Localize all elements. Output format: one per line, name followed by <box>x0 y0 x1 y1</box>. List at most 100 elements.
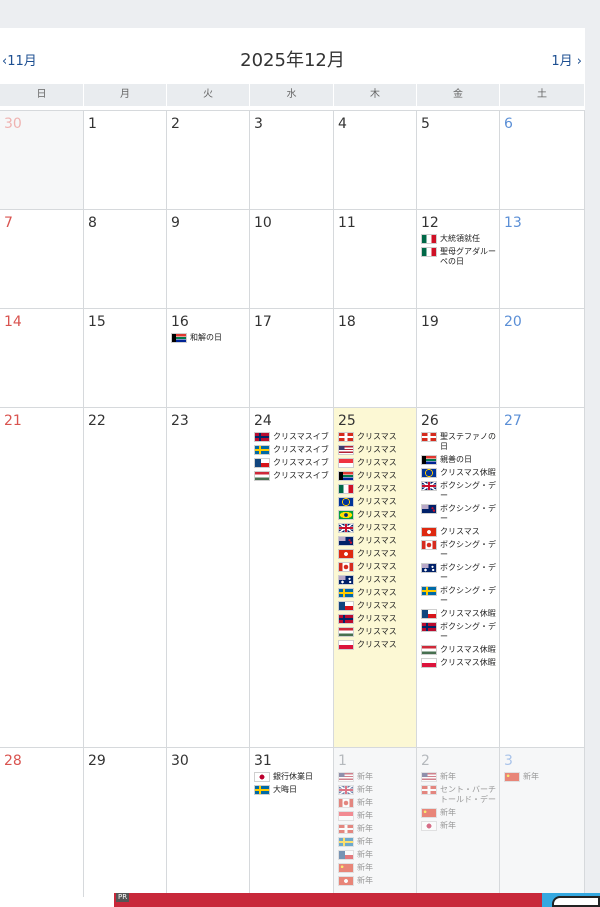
holiday-event[interactable]: クリスマス休暇 <box>421 609 499 619</box>
day-cell[interactable]: 31 銀行休業日 大晦日 <box>250 748 334 897</box>
holiday-event[interactable]: 聖母グアダルーペの日 <box>421 247 499 267</box>
day-cell[interactable]: 26 聖ステファノの日 親善の日 クリスマス休暇 ボクシング・デー ボクシング・デー クリス… <box>417 408 500 747</box>
day-number[interactable]: 9 <box>171 214 249 234</box>
day-cell[interactable]: 14 <box>0 309 84 407</box>
day-number[interactable]: 20 <box>504 313 584 333</box>
day-cell[interactable]: 21 <box>0 408 84 747</box>
holiday-event[interactable]: クリスマス <box>338 432 416 442</box>
holiday-event[interactable]: 新年 <box>421 821 499 831</box>
holiday-event[interactable]: ボクシング・デー <box>421 563 499 583</box>
day-number[interactable]: 26 <box>421 412 499 432</box>
holiday-event[interactable]: クリスマス <box>338 575 416 585</box>
holiday-event[interactable]: クリスマスイブ <box>254 445 333 455</box>
day-cell[interactable]: 1 新年 新年 新年 新年 新年 新年 新年 新年 新年 <box>334 748 417 897</box>
holiday-event[interactable]: 聖ステファノの日 <box>421 432 499 452</box>
day-cell[interactable]: 16 和解の日 <box>167 309 250 407</box>
day-number[interactable]: 18 <box>338 313 416 333</box>
holiday-event[interactable]: クリスマス休暇 <box>421 468 499 478</box>
day-cell[interactable]: 2 <box>167 111 250 209</box>
holiday-event[interactable]: クリスマス <box>338 627 416 637</box>
day-cell[interactable]: 15 <box>84 309 167 407</box>
day-cell[interactable]: 30 <box>167 748 250 897</box>
holiday-event[interactable]: ボクシング・デー <box>421 504 499 524</box>
day-cell[interactable]: 17 <box>250 309 334 407</box>
day-number[interactable]: 24 <box>254 412 333 432</box>
day-cell[interactable]: 2 新年 セント・バーチトールド・デー 新年 新年 <box>417 748 500 897</box>
day-cell[interactable]: 20 <box>500 309 585 407</box>
holiday-event[interactable]: 新年 <box>338 811 416 821</box>
day-cell[interactable]: 10 <box>250 210 334 308</box>
day-number[interactable]: 14 <box>4 313 83 333</box>
day-number[interactable]: 6 <box>504 115 584 135</box>
holiday-event[interactable]: ボクシング・デー <box>421 586 499 606</box>
ad-banner[interactable]: PR <box>114 893 600 907</box>
day-number[interactable]: 21 <box>4 412 83 432</box>
day-number[interactable]: 27 <box>504 412 584 432</box>
holiday-event[interactable]: クリスマス <box>338 588 416 598</box>
holiday-event[interactable]: クリスマス <box>421 527 499 537</box>
day-cell[interactable]: 1 <box>84 111 167 209</box>
day-cell[interactable]: 27 <box>500 408 585 747</box>
day-cell[interactable]: 11 <box>334 210 417 308</box>
day-cell[interactable]: 19 <box>417 309 500 407</box>
holiday-event[interactable]: 新年 <box>338 876 416 886</box>
day-cell[interactable]: 3 新年 <box>500 748 585 897</box>
holiday-event[interactable]: 新年 <box>338 824 416 834</box>
day-number[interactable]: 3 <box>254 115 333 135</box>
day-number[interactable]: 25 <box>338 412 416 432</box>
today-cell[interactable]: 25 クリスマス クリスマス クリスマス クリスマス クリスマス クリスマス クリスマス クリス… <box>334 408 417 747</box>
holiday-event[interactable]: ボクシング・デー <box>421 481 499 501</box>
holiday-event[interactable]: 新年 <box>338 837 416 847</box>
day-cell[interactable]: 3 <box>250 111 334 209</box>
day-number[interactable]: 19 <box>421 313 499 333</box>
day-number[interactable]: 28 <box>4 752 83 772</box>
holiday-event[interactable]: 親善の日 <box>421 455 499 465</box>
holiday-event[interactable]: クリスマスイブ <box>254 471 333 481</box>
holiday-event[interactable]: クリスマス <box>338 536 416 546</box>
holiday-event[interactable]: 大統領就任 <box>421 234 499 244</box>
holiday-event[interactable]: 新年 <box>338 850 416 860</box>
day-cell[interactable]: 24 クリスマスイブ クリスマスイブ クリスマスイブ クリスマスイブ <box>250 408 334 747</box>
day-number[interactable]: 8 <box>88 214 166 234</box>
holiday-event[interactable]: クリスマス <box>338 471 416 481</box>
day-number[interactable]: 2 <box>421 752 499 772</box>
holiday-event[interactable]: クリスマス <box>338 497 416 507</box>
day-number[interactable]: 15 <box>88 313 166 333</box>
day-number[interactable]: 16 <box>171 313 249 333</box>
day-number[interactable]: 30 <box>171 752 249 772</box>
holiday-event[interactable]: 新年 <box>421 772 499 782</box>
day-cell[interactable]: 28 <box>0 748 84 897</box>
day-cell[interactable]: 23 <box>167 408 250 747</box>
day-number[interactable]: 5 <box>421 115 499 135</box>
day-cell[interactable]: 7 <box>0 210 84 308</box>
day-cell[interactable]: 13 <box>500 210 585 308</box>
holiday-event[interactable]: クリスマス <box>338 562 416 572</box>
day-number[interactable]: 1 <box>88 115 166 135</box>
holiday-event[interactable]: 銀行休業日 <box>254 772 333 782</box>
day-number[interactable]: 17 <box>254 313 333 333</box>
holiday-event[interactable]: 新年 <box>504 772 584 782</box>
holiday-event[interactable]: クリスマス <box>338 510 416 520</box>
day-number[interactable]: 2 <box>171 115 249 135</box>
day-cell[interactable]: 22 <box>84 408 167 747</box>
day-number[interactable]: 4 <box>338 115 416 135</box>
day-number[interactable]: 12 <box>421 214 499 234</box>
holiday-event[interactable]: 新年 <box>338 798 416 808</box>
day-number[interactable]: 1 <box>338 752 416 772</box>
day-cell[interactable]: 18 <box>334 309 417 407</box>
day-cell[interactable]: 9 <box>167 210 250 308</box>
day-cell[interactable]: 8 <box>84 210 167 308</box>
day-number[interactable]: 13 <box>504 214 584 234</box>
day-number[interactable]: 29 <box>88 752 166 772</box>
holiday-event[interactable]: クリスマス <box>338 640 416 650</box>
day-cell[interactable]: 12 大統領就任聖母グアダルーペの日 <box>417 210 500 308</box>
holiday-event[interactable]: クリスマス休暇 <box>421 658 499 668</box>
holiday-event[interactable]: クリスマス <box>338 601 416 611</box>
holiday-event[interactable]: 和解の日 <box>171 333 249 343</box>
day-number[interactable]: 23 <box>171 412 249 432</box>
holiday-event[interactable]: 新年 <box>338 772 416 782</box>
day-cell[interactable]: 30 <box>0 111 84 209</box>
day-number[interactable]: 22 <box>88 412 166 432</box>
holiday-event[interactable]: クリスマス <box>338 458 416 468</box>
holiday-event[interactable]: クリスマス <box>338 445 416 455</box>
